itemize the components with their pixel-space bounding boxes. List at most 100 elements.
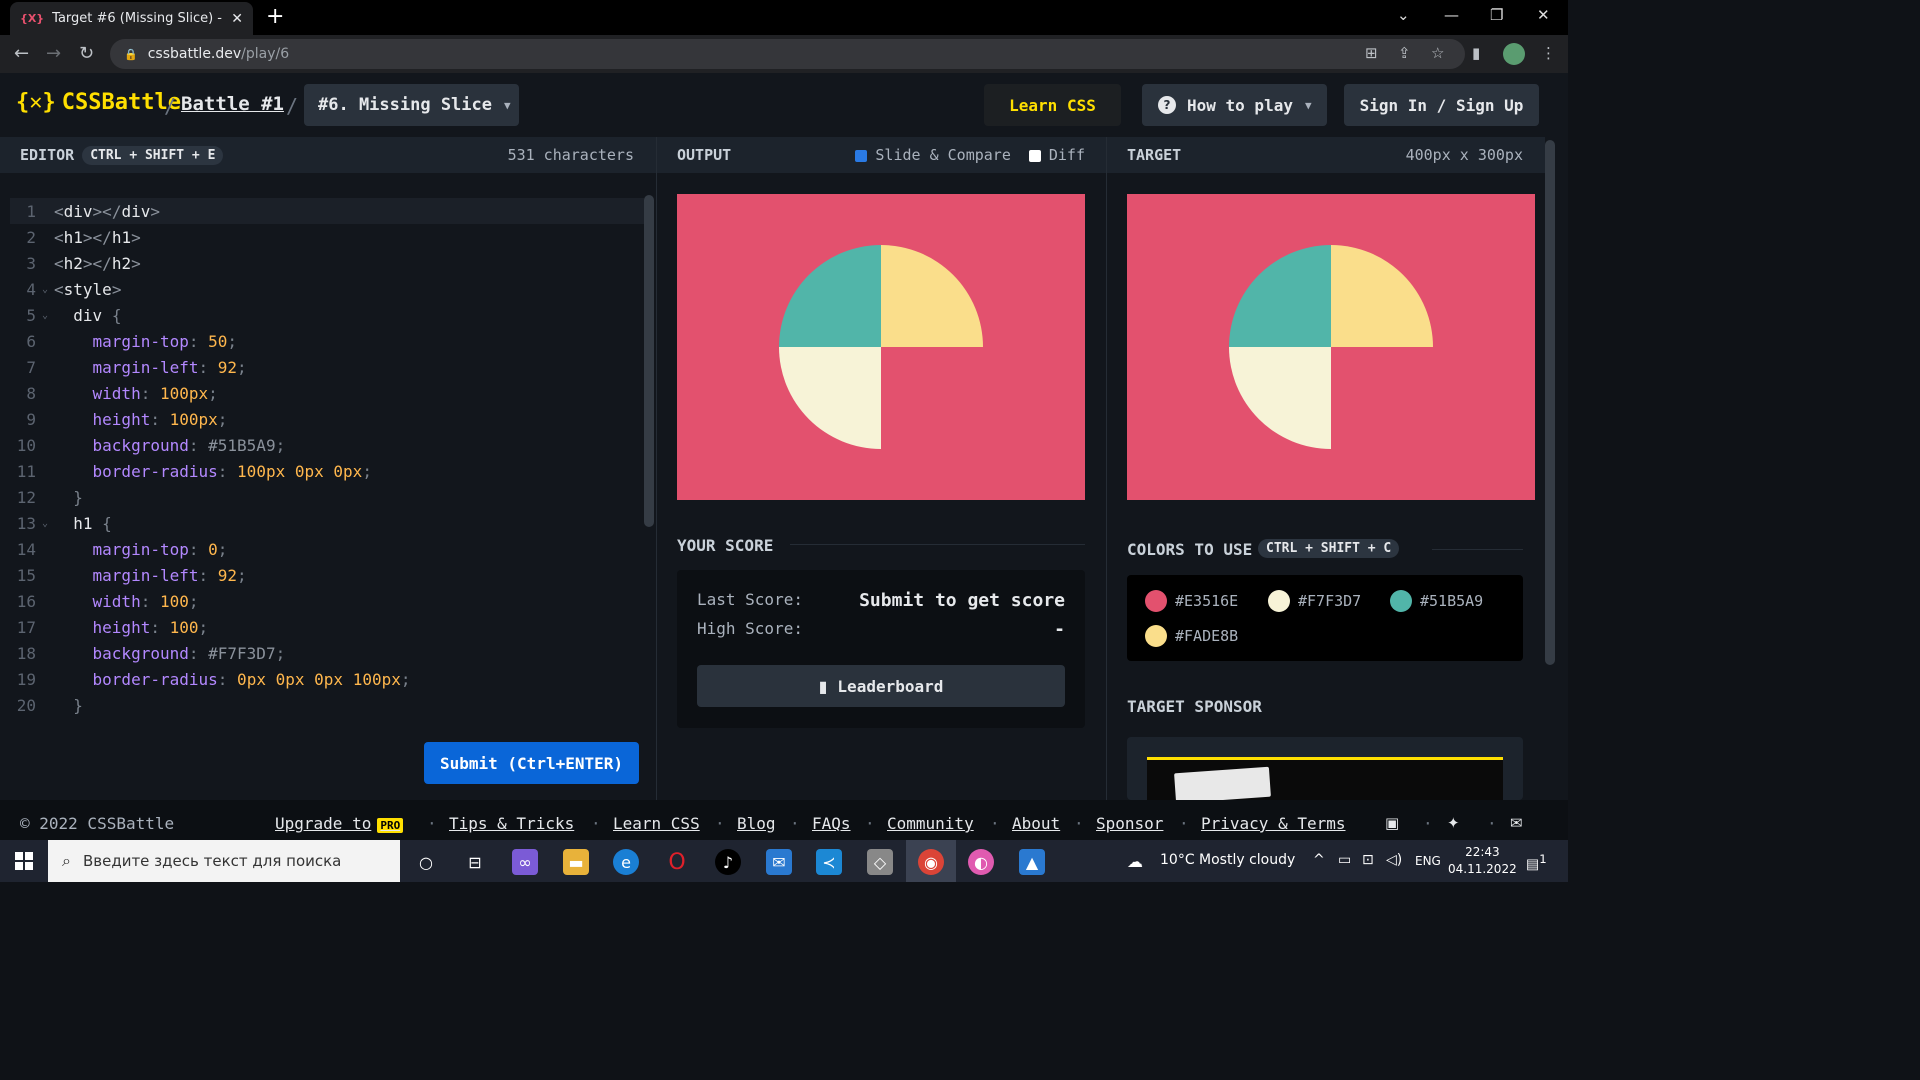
profile-avatar[interactable]: [1503, 43, 1525, 65]
diff-checkbox[interactable]: [1028, 149, 1041, 162]
minimize-icon[interactable]: —: [1444, 6, 1459, 24]
how-to-play-button[interactable]: ? How to play ▼: [1142, 84, 1327, 126]
code-line[interactable]: 13 ⌄ h1 {: [10, 510, 644, 536]
back-icon[interactable]: ←: [14, 43, 29, 64]
tray-chevron-icon[interactable]: ^: [1313, 852, 1325, 868]
fold-arrow-icon[interactable]: ⌄: [42, 310, 54, 321]
code-line[interactable]: 3 <h2></h2>: [10, 250, 644, 276]
about-link[interactable]: About: [1012, 814, 1060, 833]
sign-in-button[interactable]: Sign In / Sign Up: [1344, 84, 1539, 126]
battery-icon[interactable]: ▭: [1338, 852, 1351, 868]
code-line[interactable]: 2 <h1></h1>: [10, 224, 644, 250]
code-line[interactable]: 14 margin-top: 0;: [10, 536, 644, 562]
edge-icon[interactable]: e: [613, 849, 639, 875]
page-scrollbar[interactable]: [1545, 137, 1568, 800]
visual-studio-icon[interactable]: ∞: [512, 849, 538, 875]
code-line[interactable]: 10 background: #51B5A9;: [10, 432, 644, 458]
upgrade-link[interactable]: Upgrade to PRO: [275, 814, 404, 833]
learn-css-button[interactable]: Learn CSS: [984, 84, 1121, 126]
blog-link[interactable]: Blog: [737, 814, 776, 833]
photos-icon[interactable]: ▲: [1019, 849, 1045, 875]
restore-icon[interactable]: ❐: [1490, 6, 1503, 24]
file-explorer-icon[interactable]: ▬: [563, 849, 589, 875]
code-line[interactable]: 17 height: 100;: [10, 614, 644, 640]
close-window-icon[interactable]: ✕: [1537, 6, 1550, 24]
code-line[interactable]: 5 ⌄ div {: [10, 302, 644, 328]
bookmark-star-icon[interactable]: ☆: [1431, 44, 1444, 62]
code-editor[interactable]: 1 <div></div> 2 <h1></h1> 3 <h2></h2> 4 ⌄ <style…: [0, 173, 656, 800]
sponsor-box[interactable]: [1127, 737, 1523, 800]
color-swatch[interactable]: #51B5A9: [1390, 590, 1483, 612]
color-swatch[interactable]: #FADE8B: [1145, 625, 1238, 647]
fold-arrow-icon[interactable]: ⌄: [42, 284, 54, 295]
output-canvas[interactable]: [677, 194, 1085, 500]
chrome-icon[interactable]: ◉: [918, 849, 944, 875]
network-icon[interactable]: ⊡: [1362, 852, 1374, 868]
sponsor-link[interactable]: Sponsor: [1096, 814, 1163, 833]
privacy-terms-link[interactable]: Privacy & Terms: [1201, 814, 1346, 833]
notifications-icon[interactable]: ▤1: [1526, 852, 1547, 873]
diff-toggle[interactable]: Diff: [1028, 146, 1085, 164]
code-line[interactable]: 16 width: 100;: [10, 588, 644, 614]
cssbattle-logo[interactable]: {✕} CSSBattle: [16, 90, 181, 115]
faqs-link[interactable]: FAQs: [812, 814, 851, 833]
opera-icon[interactable]: O: [664, 849, 690, 875]
tiktok-icon[interactable]: ♪: [715, 849, 741, 875]
taskbar-search[interactable]: ⌕ Введите здесь текст для поиска: [48, 840, 400, 882]
slide-compare-checkbox[interactable]: [855, 149, 868, 162]
discord-icon[interactable]: ▣: [1385, 814, 1399, 832]
tips-link[interactable]: Tips & Tricks: [449, 814, 574, 833]
volume-icon[interactable]: ◁): [1386, 852, 1402, 868]
translate-icon[interactable]: ⊞: [1365, 44, 1378, 62]
app-icon[interactable]: ◇: [867, 849, 893, 875]
code-line[interactable]: 15 margin-left: 92;: [10, 562, 644, 588]
taskbar-clock[interactable]: 22:43 04.11.2022: [1448, 844, 1517, 878]
code-line[interactable]: 4 ⌄ <style>: [10, 276, 644, 302]
submit-button[interactable]: Submit (Ctrl+ENTER): [424, 742, 639, 784]
editor-scrollbar[interactable]: [644, 195, 654, 527]
code-line[interactable]: 20 }: [10, 692, 644, 718]
code-line[interactable]: 1 <div></div>: [10, 198, 644, 224]
code-line[interactable]: 8 width: 100px;: [10, 380, 644, 406]
page-scrollbar-thumb[interactable]: [1545, 140, 1555, 665]
twitter-icon[interactable]: ✦: [1447, 814, 1460, 832]
leaderboard-button[interactable]: ▮ Leaderboard: [697, 665, 1065, 707]
code-line[interactable]: 11 border-radius: 100px 0px 0px;: [10, 458, 644, 484]
menu-kebab-icon[interactable]: ⋮: [1541, 44, 1556, 62]
mail-icon[interactable]: ✉: [766, 849, 792, 875]
reload-icon[interactable]: ↻: [79, 43, 94, 64]
color-swatch[interactable]: #E3516E: [1145, 590, 1238, 612]
weather-text[interactable]: 10°C Mostly cloudy: [1160, 852, 1295, 868]
community-link[interactable]: Community: [887, 814, 974, 833]
weather-icon: ☁: [1127, 852, 1143, 871]
code-line[interactable]: 9 height: 100px;: [10, 406, 644, 432]
fold-arrow-icon[interactable]: ⌄: [42, 518, 54, 529]
forward-icon[interactable]: →: [46, 43, 61, 64]
code-line[interactable]: 6 margin-top: 50;: [10, 328, 644, 354]
code-line[interactable]: 19 border-radius: 0px 0px 0px 100px;: [10, 666, 644, 692]
task-view-icon[interactable]: ○: [413, 849, 439, 875]
output-header: OUTPUT Slide & Compare Diff: [657, 137, 1106, 173]
url-bar[interactable]: 🔒 cssbattle.dev/play/6: [110, 39, 1465, 69]
code-line[interactable]: 12 }: [10, 484, 644, 510]
target-select-dropdown[interactable]: #6. Missing Slice ▼: [304, 84, 519, 126]
share-icon[interactable]: ⇪: [1398, 44, 1411, 62]
new-tab-icon[interactable]: +: [266, 4, 284, 29]
browser-tab[interactable]: {X} Target #6 (Missing Slice) - CSSBattl…: [10, 2, 253, 35]
color-swatch[interactable]: #F7F3D7: [1268, 590, 1361, 612]
learn-css-link[interactable]: Learn CSS: [613, 814, 700, 833]
widgets-icon[interactable]: ⊟: [462, 849, 488, 875]
input-language[interactable]: ENG: [1415, 854, 1441, 868]
slide-compare-toggle[interactable]: Slide & Compare: [855, 146, 1011, 164]
paint-icon[interactable]: ◐: [968, 849, 994, 875]
close-tab-icon[interactable]: ✕: [231, 11, 243, 27]
code-line[interactable]: 18 background: #F7F3D7;: [10, 640, 644, 666]
vscode-icon[interactable]: ≺: [816, 849, 842, 875]
battle-link[interactable]: Battle #1: [181, 93, 284, 115]
tab-search-icon[interactable]: ⌄: [1397, 6, 1410, 24]
side-panel-icon[interactable]: ▮: [1472, 44, 1480, 62]
sponsor-banner-image[interactable]: [1147, 757, 1503, 800]
email-icon[interactable]: ✉: [1510, 814, 1523, 832]
windows-start-icon[interactable]: [15, 852, 33, 870]
code-line[interactable]: 7 margin-left: 92;: [10, 354, 644, 380]
